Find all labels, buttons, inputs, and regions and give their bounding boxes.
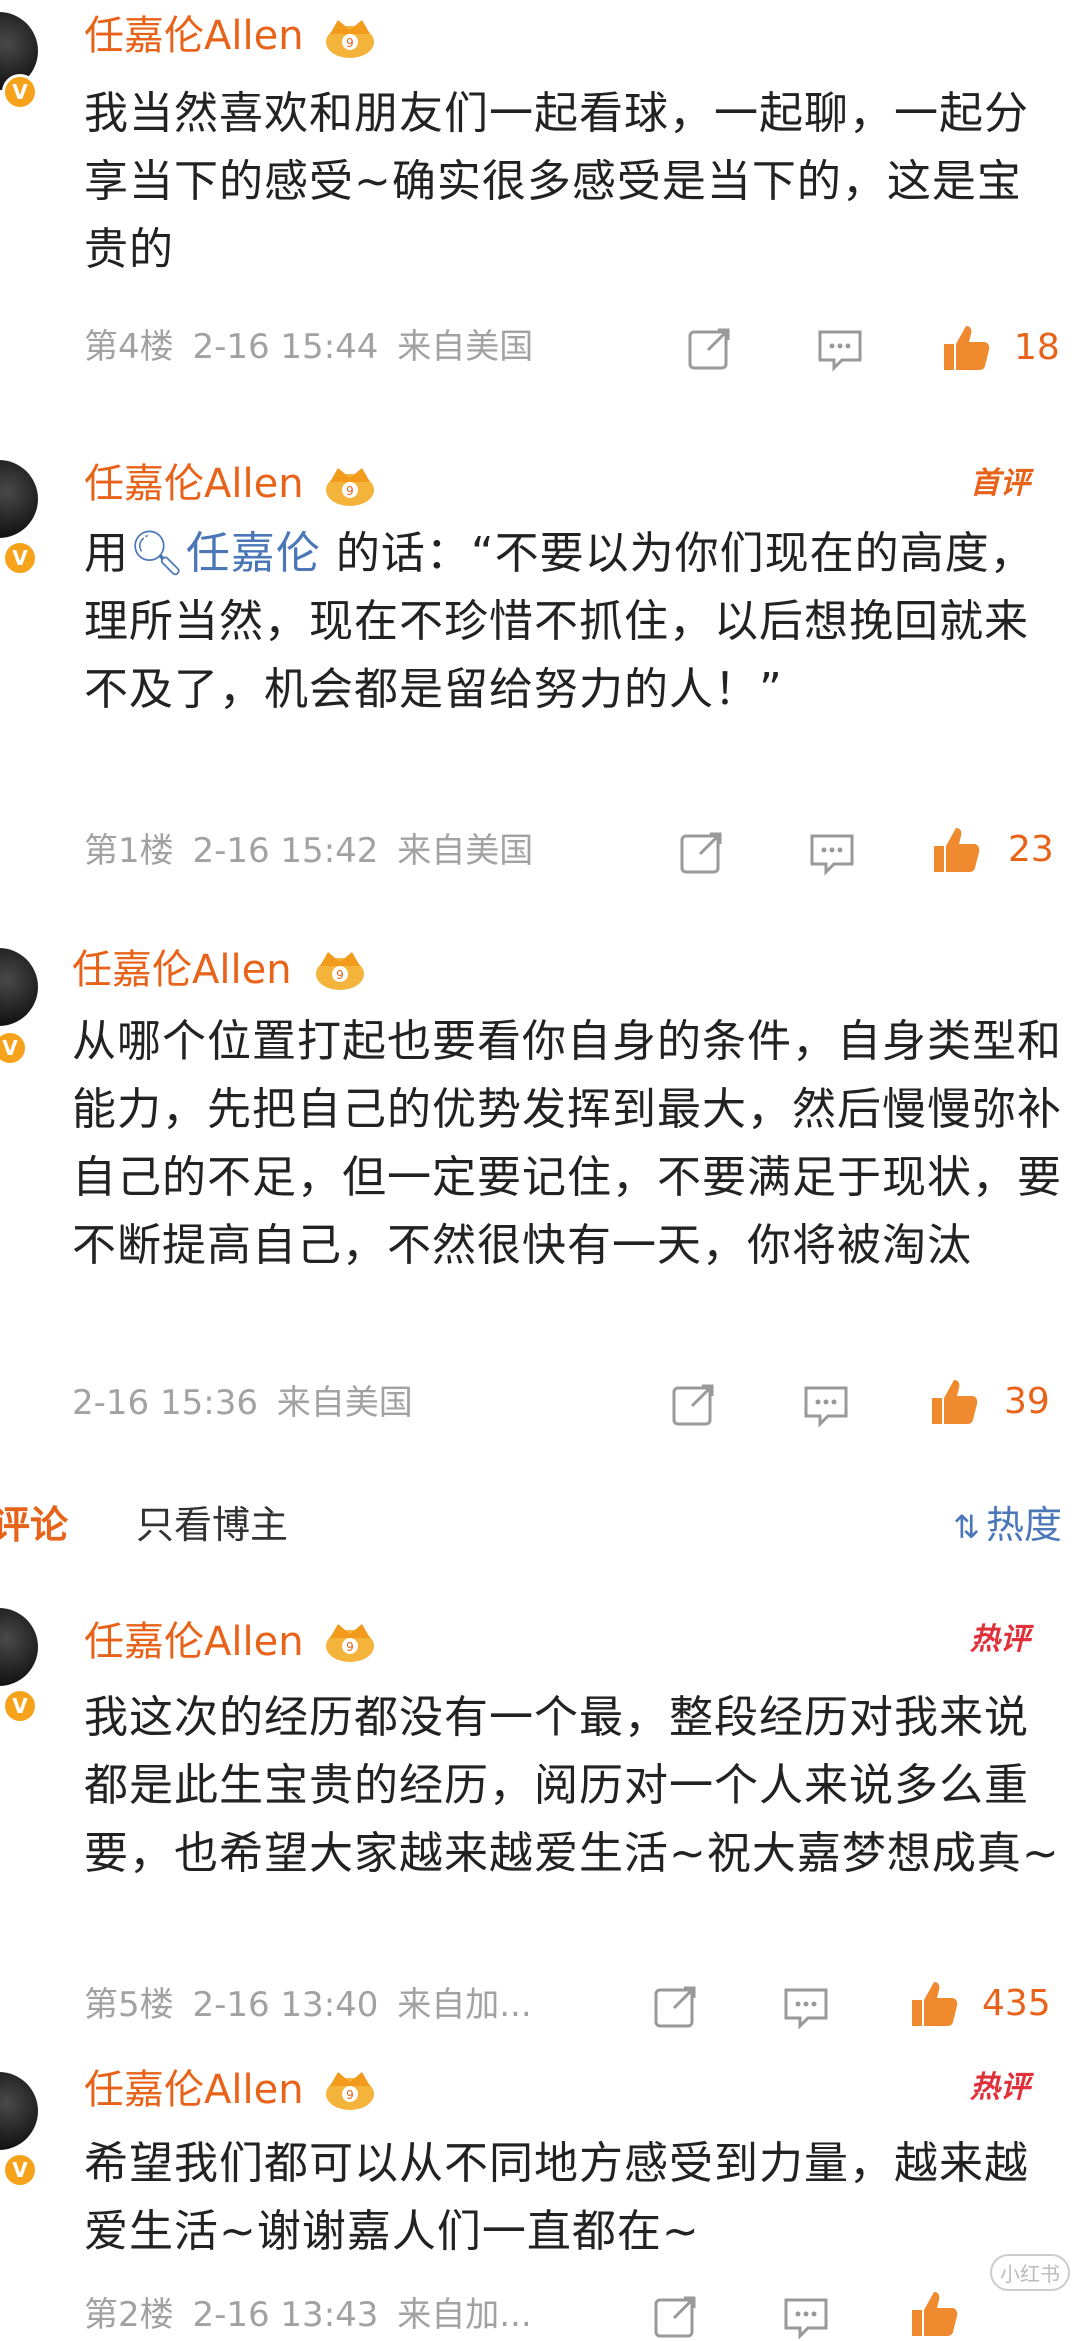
like-icon[interactable] <box>906 1976 962 2032</box>
comment-time: 2-16 13:40 <box>192 1985 379 2025</box>
avatar[interactable] <box>0 1608 38 1686</box>
like-icon[interactable] <box>938 320 994 376</box>
comment-icon[interactable] <box>778 1978 834 2034</box>
verified-badge-icon: V <box>2 540 38 576</box>
comment-text: 我这次的经历都没有一个最，整段经历对我来说都是此生宝贵的经历，阅历对一个人来说多… <box>84 1692 1060 1879</box>
avatar[interactable] <box>0 460 38 538</box>
like-count: 18 <box>1014 327 1060 368</box>
comment-meta: 2-16 15:36 来自美国 <box>72 1378 413 1428</box>
watermark: 小红书 <box>990 2254 1070 2291</box>
floor-number: 第4楼 <box>84 327 174 367</box>
repost-icon[interactable] <box>682 320 738 376</box>
verified-badge-icon: V <box>2 74 38 110</box>
comment-icon[interactable] <box>798 1376 854 1432</box>
comment-meta: 第5楼 2-16 13:40 来自加... <box>84 1980 532 2030</box>
like-count: 39 <box>1004 1381 1050 1422</box>
svg-text:9: 9 <box>346 36 354 50</box>
like-count: 435 <box>982 1983 1051 2024</box>
comment-icon[interactable] <box>804 824 860 880</box>
comment-text: 从哪个位置打起也要看你自身的条件，自身类型和能力，先把自己的优势发挥到最大，然后… <box>72 1016 1062 1271</box>
verified-badge-icon: V <box>2 1688 38 1724</box>
hot-comment-tag: 热评 <box>970 2070 1030 2105</box>
comment-meta: 第2楼 2-16 13:43 来自加... <box>84 2290 532 2340</box>
svg-text:9: 9 <box>346 1640 354 1654</box>
tab-comments[interactable]: 评论 <box>0 1490 68 1560</box>
like-count: 23 <box>1008 829 1054 870</box>
sort-button[interactable]: ⇅ 热度 <box>953 1490 1062 1562</box>
comment-feed: V 任嘉伦Allen 9 我当然喜欢和朋友们一起看球，一起聊，一起分享当下的感受… <box>0 0 1080 2341</box>
comment-icon[interactable] <box>812 320 868 376</box>
svg-text:9: 9 <box>346 484 354 498</box>
comment-location: 来自美国 <box>276 1383 413 1423</box>
svg-text:9: 9 <box>336 968 344 982</box>
crown-badge-icon: 9 <box>326 1624 374 1662</box>
comment-text: 我当然喜欢和朋友们一起看球，一起聊，一起分享当下的感受~确实很多感受是当下的，这… <box>84 88 1029 275</box>
mention-link[interactable]: 🔍︎任嘉伦 <box>129 528 321 579</box>
comment-icon[interactable] <box>778 2288 834 2341</box>
verified-badge-icon: V <box>2 2152 38 2188</box>
comment-username[interactable]: 任嘉伦Allen <box>84 8 304 64</box>
comment-time: 2-16 15:44 <box>192 327 379 367</box>
like-icon[interactable] <box>926 1374 982 1430</box>
sort-label: 热度 <box>985 1503 1062 1547</box>
repost-icon[interactable] <box>648 2288 704 2341</box>
comment-meta: 第1楼 2-16 15:42 来自美国 <box>84 826 533 876</box>
comment-username[interactable]: 任嘉伦Allen <box>84 2062 304 2118</box>
repost-icon[interactable] <box>666 1376 722 1432</box>
hot-comment-tag: 热评 <box>970 1622 1030 1657</box>
svg-text:9: 9 <box>346 2088 354 2102</box>
repost-icon[interactable] <box>648 1978 704 2034</box>
comment-tabbar: 评论 只看博主 ⇅ 热度 <box>0 1490 1080 1560</box>
floor-number: 第5楼 <box>84 1985 174 2025</box>
avatar[interactable] <box>0 948 38 1026</box>
like-icon[interactable] <box>928 822 984 878</box>
comment-text: 希望我们都可以从不同地方感受到力量，越来越爱生活~谢谢嘉人们一直都在~ <box>84 2138 1029 2257</box>
comment-meta: 第4楼 2-16 15:44 来自美国 <box>84 322 533 372</box>
floor-number: 第1楼 <box>84 831 174 871</box>
sort-icon: ⇅ <box>953 1508 980 1546</box>
comment-username[interactable]: 任嘉伦Allen <box>84 456 304 512</box>
crown-badge-icon: 9 <box>316 952 364 990</box>
comment-time: 2-16 15:42 <box>192 831 379 871</box>
comment-username[interactable]: 任嘉伦Allen <box>84 1614 304 1670</box>
verified-badge-icon: V <box>0 1030 28 1066</box>
repost-icon[interactable] <box>674 824 730 880</box>
crown-badge-icon: 9 <box>326 2072 374 2110</box>
tab-owner-only[interactable]: 只看博主 <box>136 1490 288 1560</box>
like-icon[interactable] <box>906 2286 962 2341</box>
comment-location: 来自美国 <box>397 327 534 367</box>
comment-location: 来自加... <box>397 1985 532 2025</box>
mention-name: 任嘉伦 <box>185 528 321 579</box>
comment-username[interactable]: 任嘉伦Allen <box>72 942 292 998</box>
search-icon: 🔍︎ <box>129 528 186 579</box>
first-comment-tag: 首评 <box>970 466 1030 501</box>
crown-badge-icon: 9 <box>326 468 374 506</box>
comment-time: 2-16 13:43 <box>192 2295 379 2335</box>
crown-badge-icon: 9 <box>326 20 374 58</box>
floor-number: 第2楼 <box>84 2295 174 2335</box>
comment-text-prefix: 用 <box>84 528 129 579</box>
comment-text: 用🔍︎任嘉伦 的话：“不要以为你们现在的高度，理所当然，现在不珍惜不抓住，以后想… <box>84 520 1064 724</box>
comment-time: 2-16 15:36 <box>72 1383 258 1423</box>
comment-location: 来自美国 <box>397 831 534 871</box>
comment-location: 来自加... <box>397 2295 532 2335</box>
avatar[interactable] <box>0 2072 38 2150</box>
